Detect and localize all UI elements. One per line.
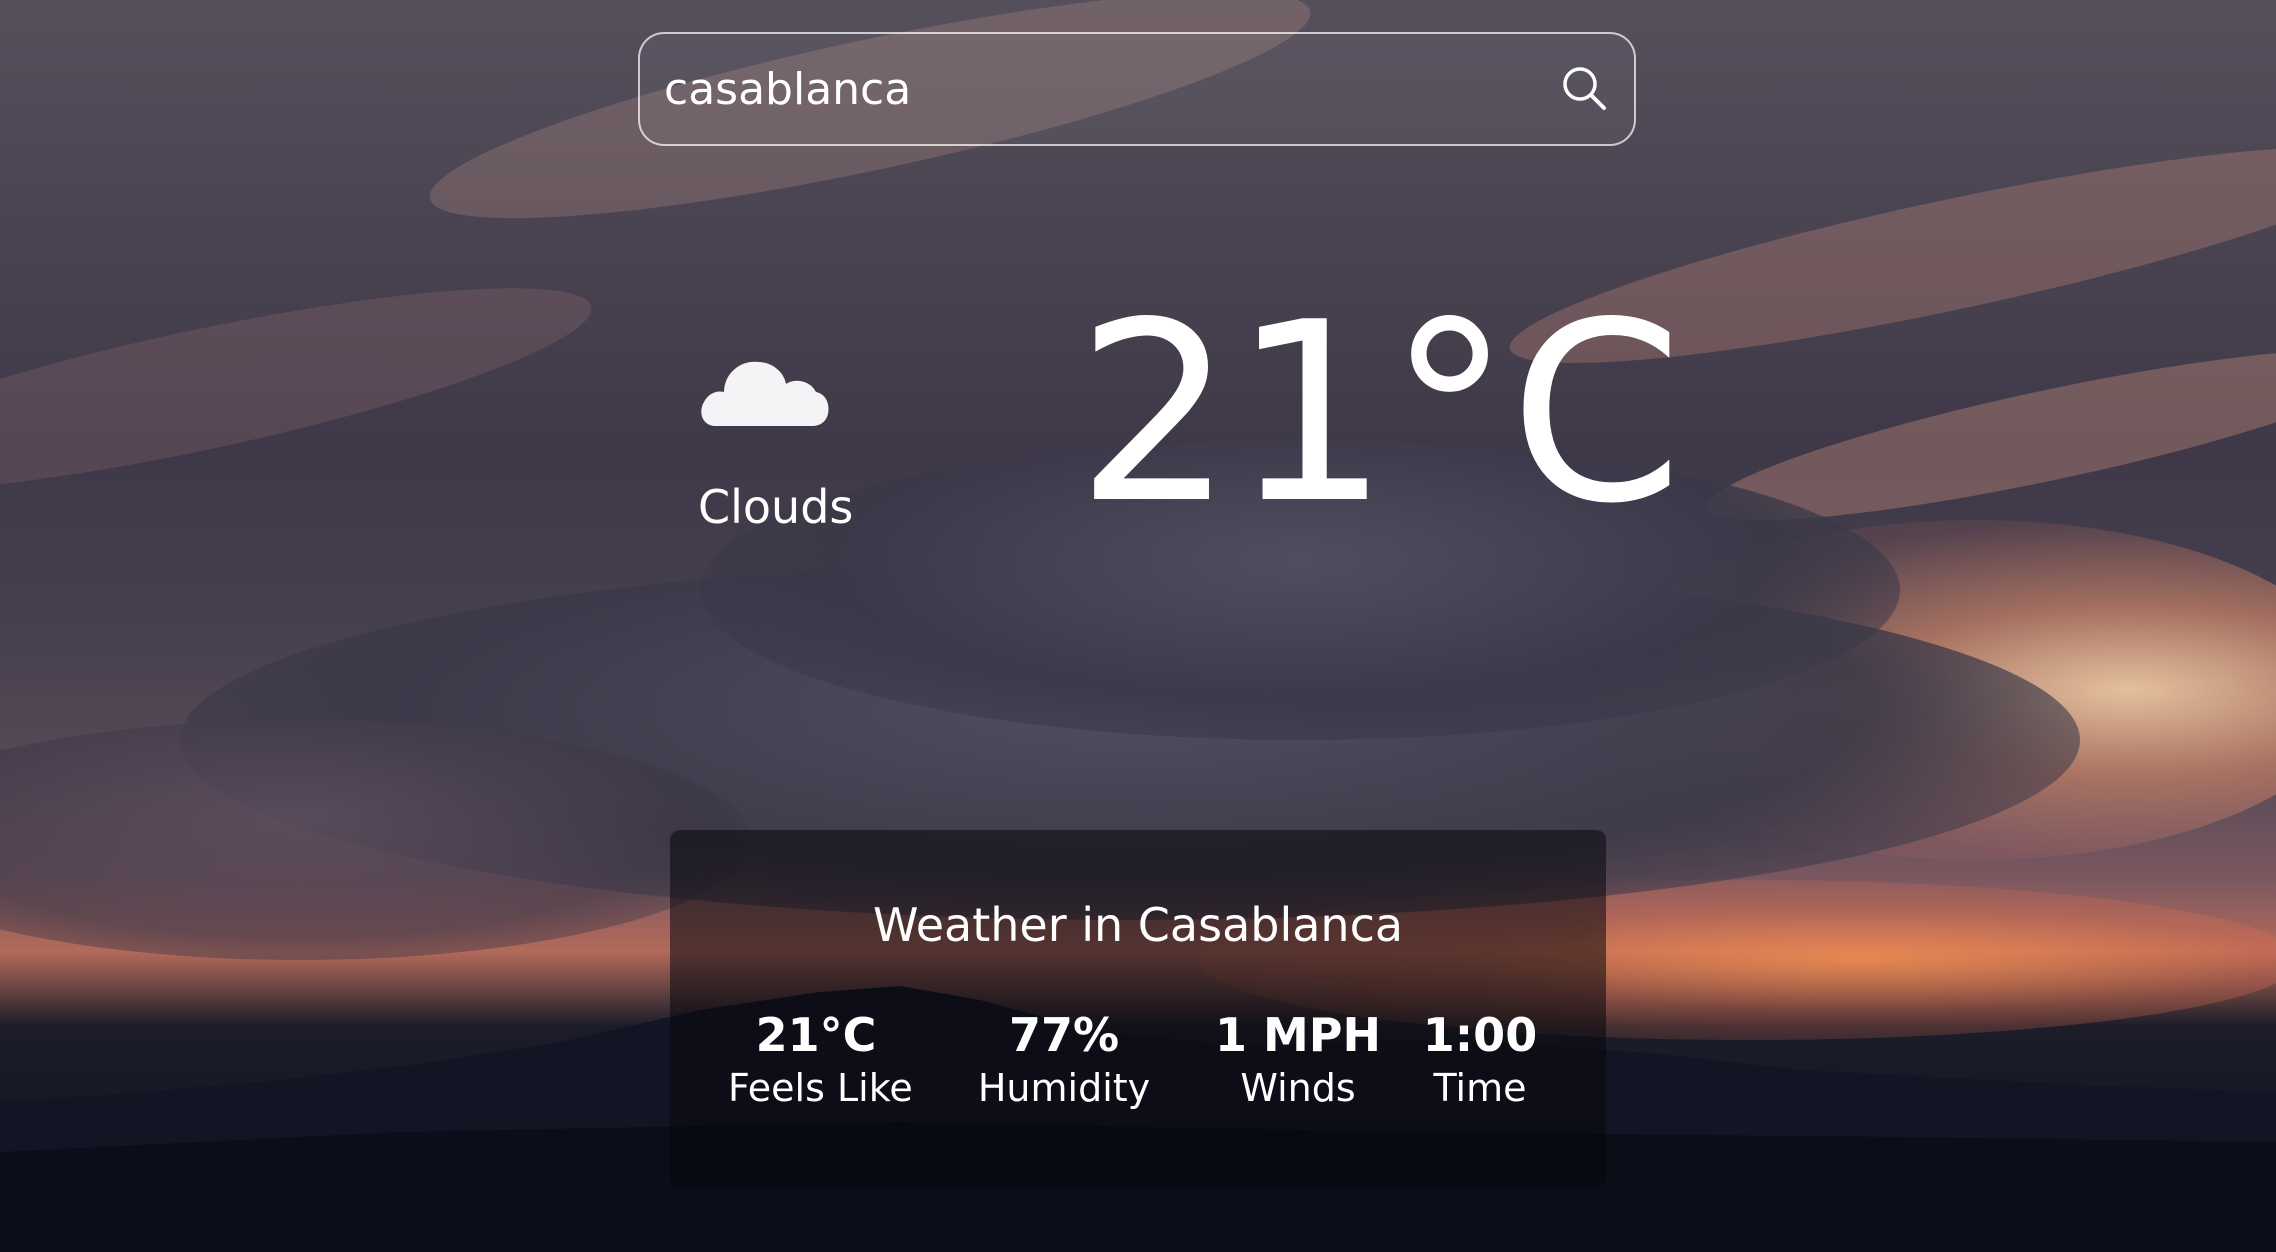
stat-label: Winds [1240,1066,1356,1111]
stat-label: Time [1433,1066,1527,1111]
search-icon [1563,67,1606,110]
stat-value: 21°C [755,1008,877,1062]
weather-details-card: Weather in Casablanca 21°C Feels Like 77… [670,830,1606,1188]
stat-label: Humidity [977,1066,1151,1111]
stat-humidity: 77% Humidity [976,1008,1152,1114]
weather-condition: Clouds [698,480,854,534]
stat-winds: 1 MPH Winds [1210,1008,1386,1114]
stat-value: 1:00 [1422,1008,1538,1062]
search-bar [638,32,1636,146]
stat-feels-like: 21°C Feels Like [728,1008,913,1114]
stat-time: 1:00 Time [1410,1008,1550,1114]
search-button[interactable] [1558,62,1612,116]
stat-value: 77% [1008,1008,1120,1062]
stat-label: Feels Like [728,1066,913,1111]
current-temperature: 21°C [1076,270,1683,558]
weather-app: Clouds 21°C Weather in Casablanca 21°C F… [0,0,2276,1252]
card-title: Weather in Casablanca [872,898,1404,952]
search-input[interactable] [664,34,1544,144]
cloud-icon [698,338,830,434]
stat-value: 1 MPH [1214,1008,1381,1062]
